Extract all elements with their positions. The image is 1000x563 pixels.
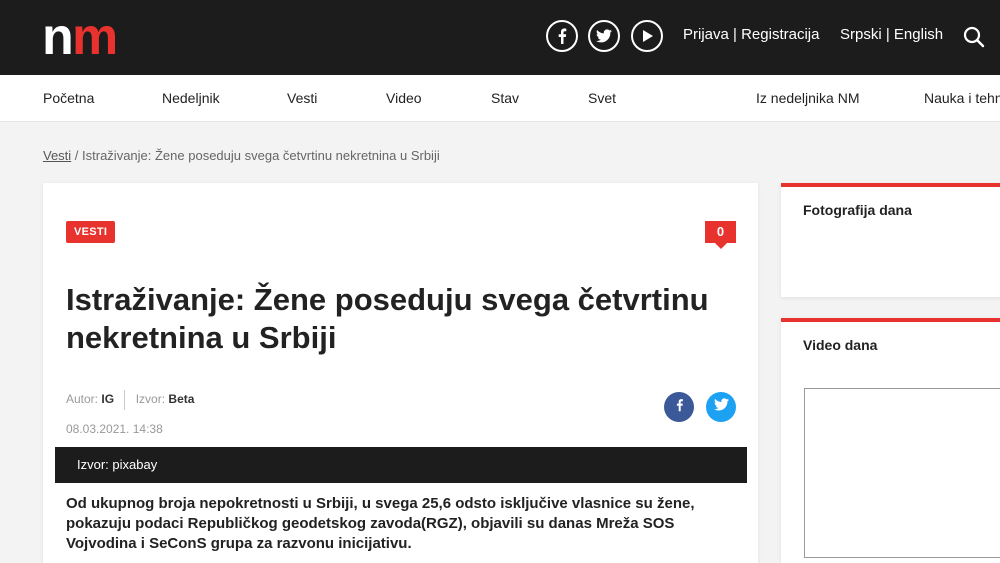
register-link[interactable]: Registracija (741, 26, 819, 43)
article-card: VESTI 0 Istraživanje: Žene poseduju sveg… (43, 183, 758, 563)
twitter-icon (713, 398, 729, 416)
nav-item-nauka[interactable]: Nauka i tehn (924, 90, 1000, 106)
source-name: Beta (168, 392, 195, 407)
breadcrumb-current: / Istraživanje: Žene poseduju svega četv… (71, 148, 440, 163)
author-name: IG (101, 392, 115, 407)
share-facebook-button[interactable] (664, 392, 694, 422)
login-link[interactable]: Prijava (683, 26, 729, 43)
youtube-link[interactable] (631, 20, 663, 52)
facebook-icon (555, 28, 569, 44)
photo-source-caption: Izvor: pixabay (55, 447, 747, 483)
video-of-the-day-widget: Video dana (781, 318, 1000, 563)
publish-date: 08.03.2021. 14:38 (66, 422, 163, 436)
nav-item-nedeljnik[interactable]: Nedeljnik (162, 90, 220, 106)
article-title: Istraživanje: Žene poseduju svega četvrt… (66, 282, 709, 355)
nav-item-vesti[interactable]: Vesti (287, 90, 317, 106)
nav-item-svet[interactable]: Svet (588, 90, 616, 106)
auth-links: Prijava | Registracija (683, 26, 819, 43)
meta-divider (124, 390, 126, 410)
play-icon (640, 29, 654, 43)
facebook-icon (674, 397, 685, 418)
author-label: Autor: (66, 392, 99, 407)
photo-of-the-day-title: Fotografija dana (803, 202, 912, 218)
video-player[interactable] (804, 388, 1000, 558)
facebook-link[interactable] (546, 20, 578, 52)
svg-text:m: m (72, 16, 116, 58)
lang-separator: | (881, 26, 894, 43)
search-button[interactable] (962, 25, 986, 49)
article-meta: Autor: IG Izvor: Beta (66, 390, 194, 410)
breadcrumb-link-vesti[interactable]: Vesti (43, 148, 71, 163)
article-lead: Od ukupnog broja nepokretnosti u Srbiji,… (66, 495, 695, 552)
lang-sr-link[interactable]: Srpski (840, 26, 882, 43)
site-logo[interactable]: n m (42, 8, 138, 66)
breadcrumb: Vesti / Istraživanje: Žene poseduju sveg… (43, 148, 440, 163)
photo-of-the-day-widget: Fotografija dana (781, 183, 1000, 297)
nav-item-video[interactable]: Video (386, 90, 422, 106)
language-switcher: Srpski | English (840, 26, 943, 43)
nav-item-pocetna[interactable]: Početna (43, 90, 94, 106)
search-icon (962, 26, 986, 53)
top-header: n m Prijava | Registracija Srpski | Engl… (0, 0, 1000, 75)
category-tag[interactable]: VESTI (66, 221, 116, 243)
comment-count-badge[interactable]: 0 (705, 221, 736, 249)
video-of-the-day-title: Video dana (803, 337, 878, 353)
nav-item-iz-nedeljnika[interactable]: Iz nedeljnika NM (756, 90, 860, 106)
svg-text:n: n (42, 16, 71, 58)
lang-en-link[interactable]: English (894, 26, 943, 43)
auth-separator: | (728, 26, 742, 43)
nav-item-stav[interactable]: Stav (491, 90, 519, 106)
source-label: Izvor: (135, 392, 166, 407)
share-twitter-button[interactable] (706, 392, 736, 422)
twitter-link[interactable] (588, 20, 620, 52)
twitter-icon (596, 29, 612, 43)
main-nav: Početna Nedeljnik Vesti Video Stav Svet … (0, 75, 1000, 122)
